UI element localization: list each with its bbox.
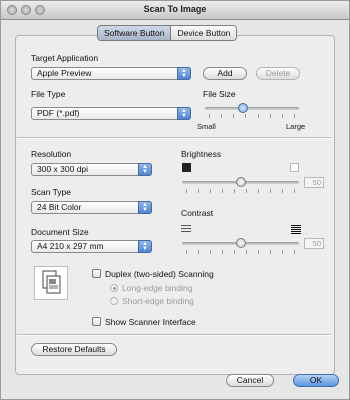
contrast-slider-knob[interactable] (235, 238, 246, 248)
section-separator (17, 137, 331, 139)
title-bar: Scan To Image (1, 1, 349, 20)
high-contrast-icon (291, 225, 301, 234)
brightness-ticks (186, 189, 295, 193)
duplex-checkbox[interactable] (92, 269, 101, 278)
contrast-value-field[interactable]: 50 (304, 238, 324, 249)
select-arrows-icon: ▲ ▼ (138, 201, 152, 214)
file-type-value: PDF (*.pdf) (37, 108, 80, 118)
restore-defaults-button[interactable]: Restore Defaults (31, 343, 117, 356)
file-type-select[interactable]: PDF (*.pdf) ▲ ▼ (31, 107, 191, 120)
document-size-select[interactable]: A4 210 x 297 mm ▲ ▼ (31, 240, 152, 253)
resolution-value: 300 x 300 dpi (37, 164, 89, 174)
long-edge-label: Long-edge binding (122, 283, 193, 293)
tab-software-button[interactable]: Software Button (98, 26, 171, 40)
brightness-label: Brightness (181, 149, 222, 159)
delete-button[interactable]: Delete (256, 67, 300, 80)
duplex-label: Duplex (two-sided) Scanning (105, 269, 214, 279)
resolution-label: Resolution (31, 149, 72, 159)
section-separator (17, 334, 331, 336)
show-scanner-interface-checkbox[interactable] (92, 317, 101, 326)
window-title: Scan To Image (143, 4, 207, 14)
scan-to-image-window: Scan To Image Software Button Device But… (0, 0, 350, 400)
file-size-small-label: Small (197, 122, 216, 131)
file-size-track (205, 107, 299, 110)
show-scanner-interface-label: Show Scanner Interface (105, 317, 196, 327)
contrast-ticks (186, 250, 295, 254)
short-edge-label: Short-edge binding (122, 296, 194, 306)
target-application-select[interactable]: Apple Preview ▲ ▼ (31, 67, 191, 80)
resolution-select[interactable]: 300 x 300 dpi ▲ ▼ (31, 163, 152, 176)
tab-device-button[interactable]: Device Button (171, 26, 237, 40)
file-size-label: File Size (203, 89, 236, 99)
cancel-button[interactable]: Cancel (226, 374, 274, 387)
select-arrows-icon: ▲ ▼ (138, 163, 152, 176)
select-arrows-icon: ▲ ▼ (177, 107, 191, 120)
file-size-ticks (209, 114, 295, 118)
select-arrows-icon: ▲ ▼ (138, 240, 152, 253)
document-size-value: A4 210 x 297 mm (37, 241, 104, 251)
file-type-label: File Type (31, 89, 66, 99)
target-application-value: Apple Preview (37, 68, 92, 78)
scan-type-label: Scan Type (31, 187, 72, 197)
contrast-label: Contrast (181, 208, 214, 218)
select-arrows-icon: ▲ ▼ (177, 67, 191, 80)
brightness-value-field[interactable]: 50 (304, 177, 324, 188)
scan-type-value: 24 Bit Color (37, 202, 82, 212)
dark-square-icon (182, 163, 191, 172)
scan-type-select[interactable]: 24 Bit Color ▲ ▼ (31, 201, 152, 214)
document-size-label: Document Size (31, 227, 89, 237)
brightness-slider-knob[interactable] (235, 177, 246, 187)
low-contrast-icon (181, 225, 191, 234)
file-size-slider-knob[interactable] (237, 103, 248, 113)
file-size-large-label: Large (286, 122, 306, 131)
long-edge-radio[interactable] (110, 284, 118, 292)
duplex-document-icon (34, 266, 68, 300)
short-edge-radio[interactable] (110, 297, 118, 305)
ok-button[interactable]: OK (293, 374, 339, 387)
add-button[interactable]: Add (203, 67, 247, 80)
target-application-label: Target Application (31, 53, 99, 63)
light-square-icon (290, 163, 299, 172)
tab-bar: Software Button Device Button (97, 25, 238, 41)
